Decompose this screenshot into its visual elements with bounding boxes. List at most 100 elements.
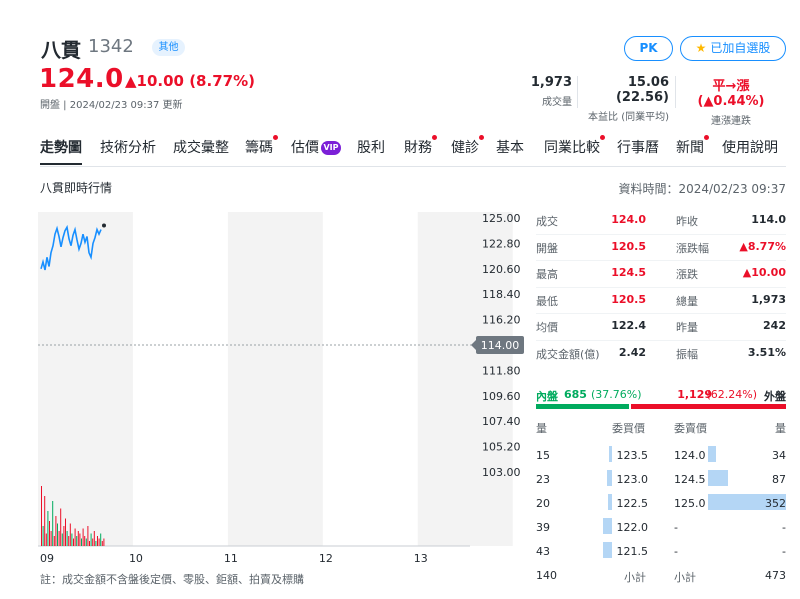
order-ask-qty: 87: [772, 473, 786, 486]
volume-bar: [74, 528, 76, 546]
pk-button[interactable]: PK: [624, 36, 673, 61]
tab-1[interactable]: 技術分析: [100, 137, 156, 157]
tab-10[interactable]: 行事曆: [617, 137, 659, 157]
pe-label: 本益比 (同業平均): [588, 112, 669, 123]
ask-depth-bar: [708, 470, 728, 486]
volume-bar: [77, 531, 79, 546]
quote-l1: 開盤: [536, 241, 558, 255]
tab-0[interactable]: 走勢圖: [40, 137, 82, 165]
star-icon: ★: [695, 41, 707, 55]
vip-badge: VIP: [321, 141, 341, 155]
tab-label: 財務: [404, 140, 432, 156]
quote-v2: 242: [763, 319, 786, 332]
chart-column-band: [38, 212, 133, 546]
tab-6[interactable]: 財務: [404, 135, 437, 157]
order-book-row: 20 122.5 125.0 352: [536, 492, 786, 516]
volume-bar: [101, 541, 103, 546]
volume-bar: [57, 523, 58, 546]
ask-qty-header: 量: [775, 422, 786, 435]
tab-12[interactable]: 使用說明: [722, 137, 778, 157]
bid-qty-header: 量: [536, 422, 547, 435]
tab-11[interactable]: 新聞: [676, 135, 709, 157]
tab-2[interactable]: 成交彙整: [173, 137, 229, 157]
volume-label: 成交量: [542, 97, 572, 108]
order-bid-qty: 23: [536, 473, 550, 486]
order-ask-price: -: [674, 521, 678, 534]
inner-pct: (37.76%): [591, 388, 642, 401]
bid-depth-bar: [608, 446, 612, 462]
inner-value: 685: [564, 388, 587, 401]
quote-row: 最低 120.5 總量 1,973: [536, 287, 786, 313]
tab-4[interactable]: 估價 VIP: [291, 137, 341, 157]
stat-volume: 1,973 成交量: [530, 75, 572, 108]
volume-bar: [44, 496, 46, 546]
order-ask-qty: 352: [765, 497, 786, 510]
y-tick-label: 118.40: [482, 288, 521, 301]
tab-label: 技術分析: [100, 140, 156, 156]
price-change: ▲10.00 (8.77%): [125, 72, 255, 90]
divider: [675, 76, 676, 108]
quote-v2: ▲10.00: [742, 266, 786, 279]
order-bid-qty: 15: [536, 449, 550, 462]
y-tick-label: 109.60: [482, 390, 521, 403]
quote-v1: 124.0: [611, 213, 646, 226]
tab-8[interactable]: 基本: [496, 137, 524, 157]
streak-label: 連漲連跌: [711, 116, 751, 127]
quote-row: 成交金額(億) 2.42 振幅 3.51%: [536, 340, 786, 366]
y-tick-label: 125.00: [482, 212, 521, 225]
order-bid-price: 123.5: [616, 449, 649, 462]
order-ask-price: 124.5: [674, 473, 706, 486]
volume-bar: [95, 541, 97, 546]
order-ask-price: 124.0: [674, 449, 706, 462]
bid-price-header: 委買價: [612, 422, 645, 435]
volume-bar: [61, 533, 63, 546]
row-divider: [536, 233, 786, 235]
order-bid-qty: 20: [536, 497, 550, 510]
tab-7[interactable]: 健診: [451, 135, 484, 157]
notification-dot: [432, 135, 437, 140]
quote-v1: 2.42: [618, 345, 646, 359]
intraday-chart[interactable]: 125.00 122.80 120.60 118.40 116.20 114.00 111.…: [38, 210, 530, 568]
order-bid-price: 122.5: [616, 497, 649, 510]
volume-bar: [53, 536, 55, 546]
inner-outer-volume: 內盤 685 (37.76%) 1,129 (62.24%) 外盤: [536, 388, 786, 418]
tab-bar: 走勢圖 技術分析 成交彙整 籌碼 估價 VIP 股利 財務 健診 基本 同業比較 行事曆 新聞 使用說明: [40, 135, 786, 167]
order-bid-price: 121.5: [616, 545, 649, 558]
quote-row: 最高 124.5 漲跌 ▲10.00: [536, 260, 786, 286]
quote-l1: 成交金額(億): [536, 347, 600, 361]
bid-depth-bar: [602, 542, 612, 558]
quote-v1: 122.4: [611, 319, 646, 332]
tab-label: 同業比較: [544, 140, 600, 156]
volume-bar: [66, 531, 68, 546]
order-ask-price: 125.0: [674, 497, 706, 510]
order-book-row: 23 123.0 124.5 87: [536, 468, 786, 492]
ask-price-header: 委賣價: [674, 422, 707, 435]
quote-v2: 3.51%: [747, 345, 786, 359]
row-divider: [536, 313, 786, 314]
streak-suffix: ): [758, 94, 765, 109]
streak-pct: ▲0.44%: [703, 94, 759, 109]
tab-label: 行事曆: [617, 140, 659, 156]
quote-v1: 120.5: [611, 239, 646, 253]
volume-bar: [71, 533, 73, 546]
watchlist-label: 已加自選股: [710, 41, 771, 55]
volume-bar: [52, 501, 54, 546]
chart-column-band: [227, 212, 323, 546]
volume-bar: [55, 516, 57, 546]
order-bid-price: 123.0: [616, 473, 649, 486]
volume-bar: [81, 538, 82, 546]
notification-dot: [273, 135, 278, 140]
volume-bar: [90, 533, 92, 546]
volume-bar: [58, 531, 60, 546]
tab-3[interactable]: 籌碼: [245, 135, 278, 157]
tab-5[interactable]: 股利: [357, 137, 385, 157]
tab-label: 成交彙整: [173, 140, 229, 156]
volume-bar: [92, 538, 94, 546]
tab-label: 新聞: [676, 140, 704, 156]
watchlist-button[interactable]: ★ 已加自選股: [680, 36, 786, 61]
tab-9[interactable]: 同業比較: [544, 135, 605, 157]
row-divider: [536, 339, 786, 341]
order-book-row: 43 121.5 - -: [536, 540, 786, 564]
tab-label: 健診: [451, 140, 479, 156]
quote-v1: 120.5: [611, 292, 646, 306]
